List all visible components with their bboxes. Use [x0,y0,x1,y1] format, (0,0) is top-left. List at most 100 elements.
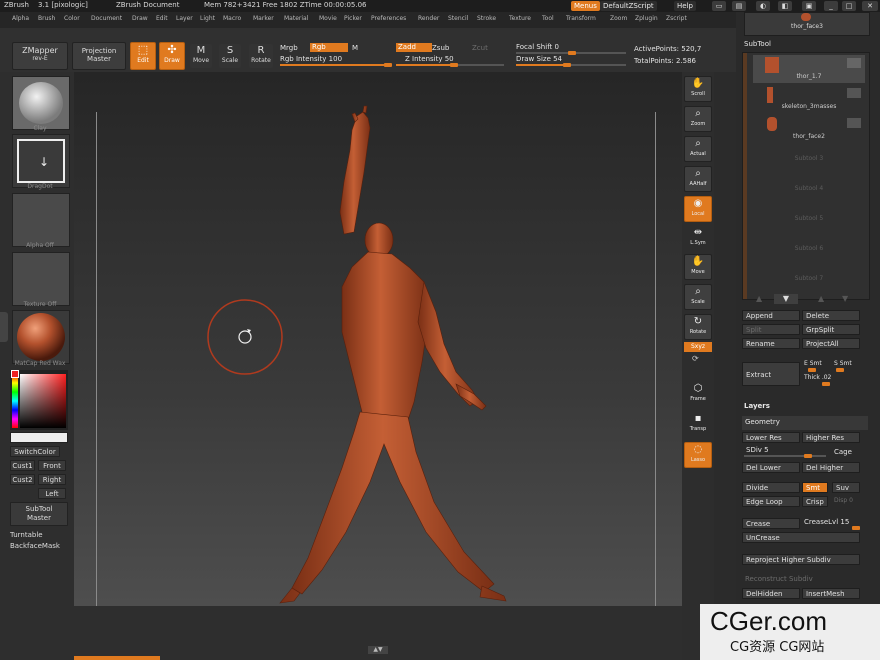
menu-marker[interactable]: Marker [253,15,274,22]
save-icon[interactable]: ▣ [802,1,816,11]
toggle-icon[interactable]: ◐ [756,1,770,11]
transp-button[interactable]: ▪ Transp [684,412,712,438]
append-button[interactable]: Append [742,310,800,321]
subtool-header[interactable]: SubTool [744,40,771,48]
edit-button[interactable]: ⬚ Edit [130,42,156,70]
menu-picker[interactable]: Picker [344,15,362,22]
menu-brush[interactable]: Brush [38,15,55,22]
creaselvl-slider[interactable]: CreaseLvl 15 [804,518,849,526]
color-gradient-square[interactable] [20,374,66,428]
menu-zscript[interactable]: Zscript [666,15,687,22]
insertmesh-button[interactable]: InsertMesh [802,588,860,599]
expand-bottom-icon[interactable]: ▲▼ [368,646,388,654]
arrow-down-dim-icon[interactable]: ▼ [842,294,848,303]
delete-button[interactable]: Delete [802,310,860,321]
right-button[interactable]: Right [38,474,66,485]
hue-strip[interactable] [12,374,18,428]
esmt-slider[interactable]: E Smt [804,360,822,367]
divide-button[interactable]: Divide [742,482,800,493]
split-button[interactable]: Split [742,324,800,335]
minimize-icon[interactable]: _ [824,1,838,11]
del-lower-button[interactable]: Del Lower [742,462,800,473]
figure-model[interactable] [74,72,682,606]
edge-loop-button[interactable]: Edge Loop [742,496,800,507]
zmapper-button[interactable]: ZMapper rev-E [12,42,68,70]
frame-button[interactable]: ⬡ Frame [684,382,712,408]
creaselvl-knob[interactable] [852,526,860,530]
brush-thumbnail[interactable] [12,76,70,130]
crease-button[interactable]: Crease [742,518,800,529]
esmt-knob[interactable] [808,368,816,372]
z-intensity-knob[interactable] [450,63,458,67]
scroll-button[interactable]: ✋ Scroll [684,76,712,102]
maximize-icon[interactable]: □ [842,1,856,11]
secondary-color-swatch[interactable] [10,432,68,443]
rename-button[interactable]: Rename [742,338,800,349]
disp-slider[interactable]: Disp 0 [834,497,853,504]
default-zscript-button[interactable]: DefaultZScript [600,1,657,11]
subtool-master-button[interactable]: SubTool Master [10,502,68,526]
subtool-item-6[interactable]: Subtool 5 [753,205,865,233]
menu-document[interactable]: Document [91,15,122,22]
close-icon[interactable]: ✕ [862,1,878,11]
backfacemask-button[interactable]: BackfaceMask [10,541,72,552]
draw-size-knob[interactable] [563,63,571,67]
zoom-button[interactable]: ⌕ Zoom [684,106,712,132]
zadd-toggle[interactable]: Zadd [396,43,432,52]
subtool-item-3[interactable]: thor_face2 [753,115,865,143]
help-button[interactable]: Help [674,1,696,11]
cust1-button[interactable]: Cust1 [10,460,35,471]
layers-header[interactable]: Layers [744,402,770,410]
crisp-toggle[interactable]: Crisp [802,496,828,507]
front-button[interactable]: Front [38,460,66,471]
smt-toggle[interactable]: Smt [802,482,828,493]
rotate-button[interactable]: R Rotate [249,44,273,68]
reproject-higher-subdiv-button[interactable]: Reproject Higher Subdiv [742,554,860,565]
stroke-thumbnail[interactable]: ↓ [12,134,70,188]
geometry-header-bar[interactable]: Geometry [742,416,868,430]
color-picker[interactable] [10,370,68,430]
ssmt-slider[interactable]: S Smt [834,360,852,367]
arrow-up-dim-icon[interactable]: ▲ [818,294,824,303]
cage-button[interactable]: Cage [834,448,852,456]
menu-edit[interactable]: Edit [156,15,168,22]
lsym-button[interactable]: ⇹ L.Sym [684,226,712,252]
draw-button[interactable]: ✣ Draw [159,42,185,70]
thick-knob[interactable] [822,382,830,386]
document-canvas[interactable] [74,72,682,606]
shelf-scale-button[interactable]: ⌕ Scale [684,284,712,310]
focal-shift-knob[interactable] [568,51,576,55]
menu-zoom[interactable]: Zoom [610,15,627,22]
menu-movie[interactable]: Movie [319,15,337,22]
visibility-eye-icon[interactable] [847,58,861,68]
projectall-button[interactable]: ProjectAll [802,338,860,349]
menu-material[interactable]: Material [284,15,308,22]
actual-button[interactable]: ⌕ Actual [684,136,712,162]
turntable-button[interactable]: Turntable [10,530,68,541]
menu-tool[interactable]: Tool [542,15,554,22]
alpha-thumbnail[interactable] [12,193,70,247]
subtool-scrollbar[interactable] [743,53,747,299]
menu-transform[interactable]: Transform [566,15,596,22]
move-button[interactable]: M Move [190,44,212,68]
aahalf-button[interactable]: ⌕ AAHalf [684,166,712,192]
sdiv-slider[interactable]: SDiv 5 [746,446,769,454]
subtool-item-7[interactable]: Subtool 6 [753,235,865,263]
menu-preferences[interactable]: Preferences [371,15,406,22]
subtool-item-1[interactable]: thor_1.7 [753,55,865,83]
cust2-button[interactable]: Cust2 [10,474,35,485]
menu-light[interactable]: Light [200,15,215,22]
xyz-button[interactable]: Sxyz [684,342,712,352]
menu-color[interactable]: Color [64,15,80,22]
current-tool-thumb[interactable]: thor_face3 [744,12,870,36]
lower-res-button[interactable]: Lower Res [742,432,800,443]
rgb-intensity-knob[interactable] [384,63,392,67]
zcut-toggle[interactable]: Zcut [472,44,488,52]
del-higher-button[interactable]: Del Higher [802,462,860,473]
zsub-toggle[interactable]: Zsub [432,44,449,52]
sdiv-knob[interactable] [804,454,812,458]
material-thumbnail[interactable] [12,310,70,364]
subtool-item-8[interactable]: Subtool 7 [753,265,865,293]
left-button[interactable]: Left [38,488,66,499]
menu-macro[interactable]: Macro [223,15,241,22]
